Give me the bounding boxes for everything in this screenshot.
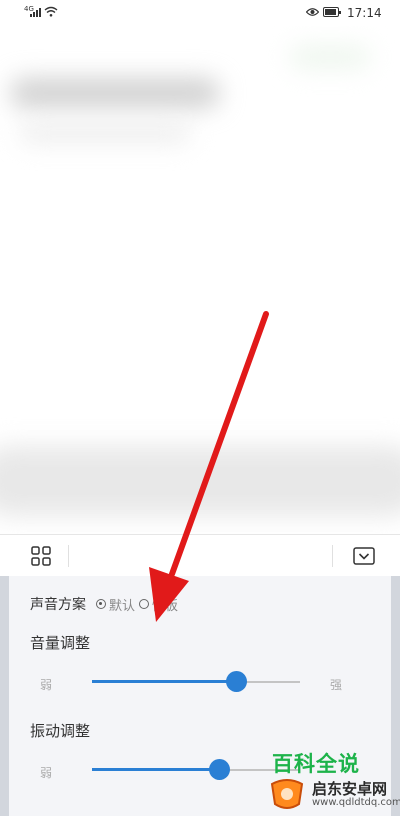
grid-icon — [31, 546, 51, 566]
slider-fill — [92, 768, 219, 771]
battery-icon — [323, 7, 341, 17]
volume-min-label: 弱 — [40, 678, 53, 692]
slider-thumb[interactable] — [225, 671, 247, 692]
scheme-option-default[interactable]: 默认 — [96, 595, 135, 614]
toolbar-divider — [332, 545, 333, 567]
blurred-block — [20, 124, 190, 142]
signal-icon — [30, 8, 41, 17]
eye-icon — [306, 8, 319, 16]
blurred-page-content — [0, 26, 400, 534]
watermark-text: 百科全说 — [272, 752, 360, 776]
wifi-icon — [44, 6, 58, 17]
watermark-url: www.qdldtdq.com — [312, 797, 400, 808]
watermark-logo-icon — [270, 779, 304, 809]
sound-scheme-row: 声音方案 默认 快板 — [30, 594, 182, 614]
watermark-site-name: 启东安卓网 — [312, 780, 388, 798]
status-bar: 4G 17:14 — [0, 0, 400, 26]
scheme-option-allegro[interactable]: 快板 — [139, 595, 178, 614]
radio-checked-icon — [96, 599, 106, 609]
volume-slider[interactable] — [92, 671, 300, 693]
toolbar-divider — [68, 545, 69, 567]
radio-unchecked-icon — [139, 599, 150, 609]
slider-fill — [92, 680, 236, 683]
slider-thumb[interactable] — [208, 759, 230, 780]
keyboard-toolbar — [0, 534, 400, 576]
collapse-icon — [353, 547, 375, 565]
vibration-title: 振动调整 — [30, 722, 91, 740]
sound-scheme-label: 声音方案 — [30, 597, 86, 613]
vibration-min-label: 弱 — [40, 766, 53, 780]
status-time: 17:14 — [347, 6, 382, 20]
volume-max-label: 强 — [330, 678, 343, 692]
scheme-option-label: 快板 — [152, 598, 179, 614]
volume-title: 音量调整 — [30, 634, 91, 652]
grid-menu-button[interactable] — [26, 541, 56, 571]
blurred-block — [0, 446, 400, 516]
scheme-option-label: 默认 — [109, 598, 136, 614]
blurred-block — [290, 46, 370, 68]
collapse-keyboard-button[interactable] — [349, 541, 379, 571]
blurred-block — [10, 78, 220, 108]
